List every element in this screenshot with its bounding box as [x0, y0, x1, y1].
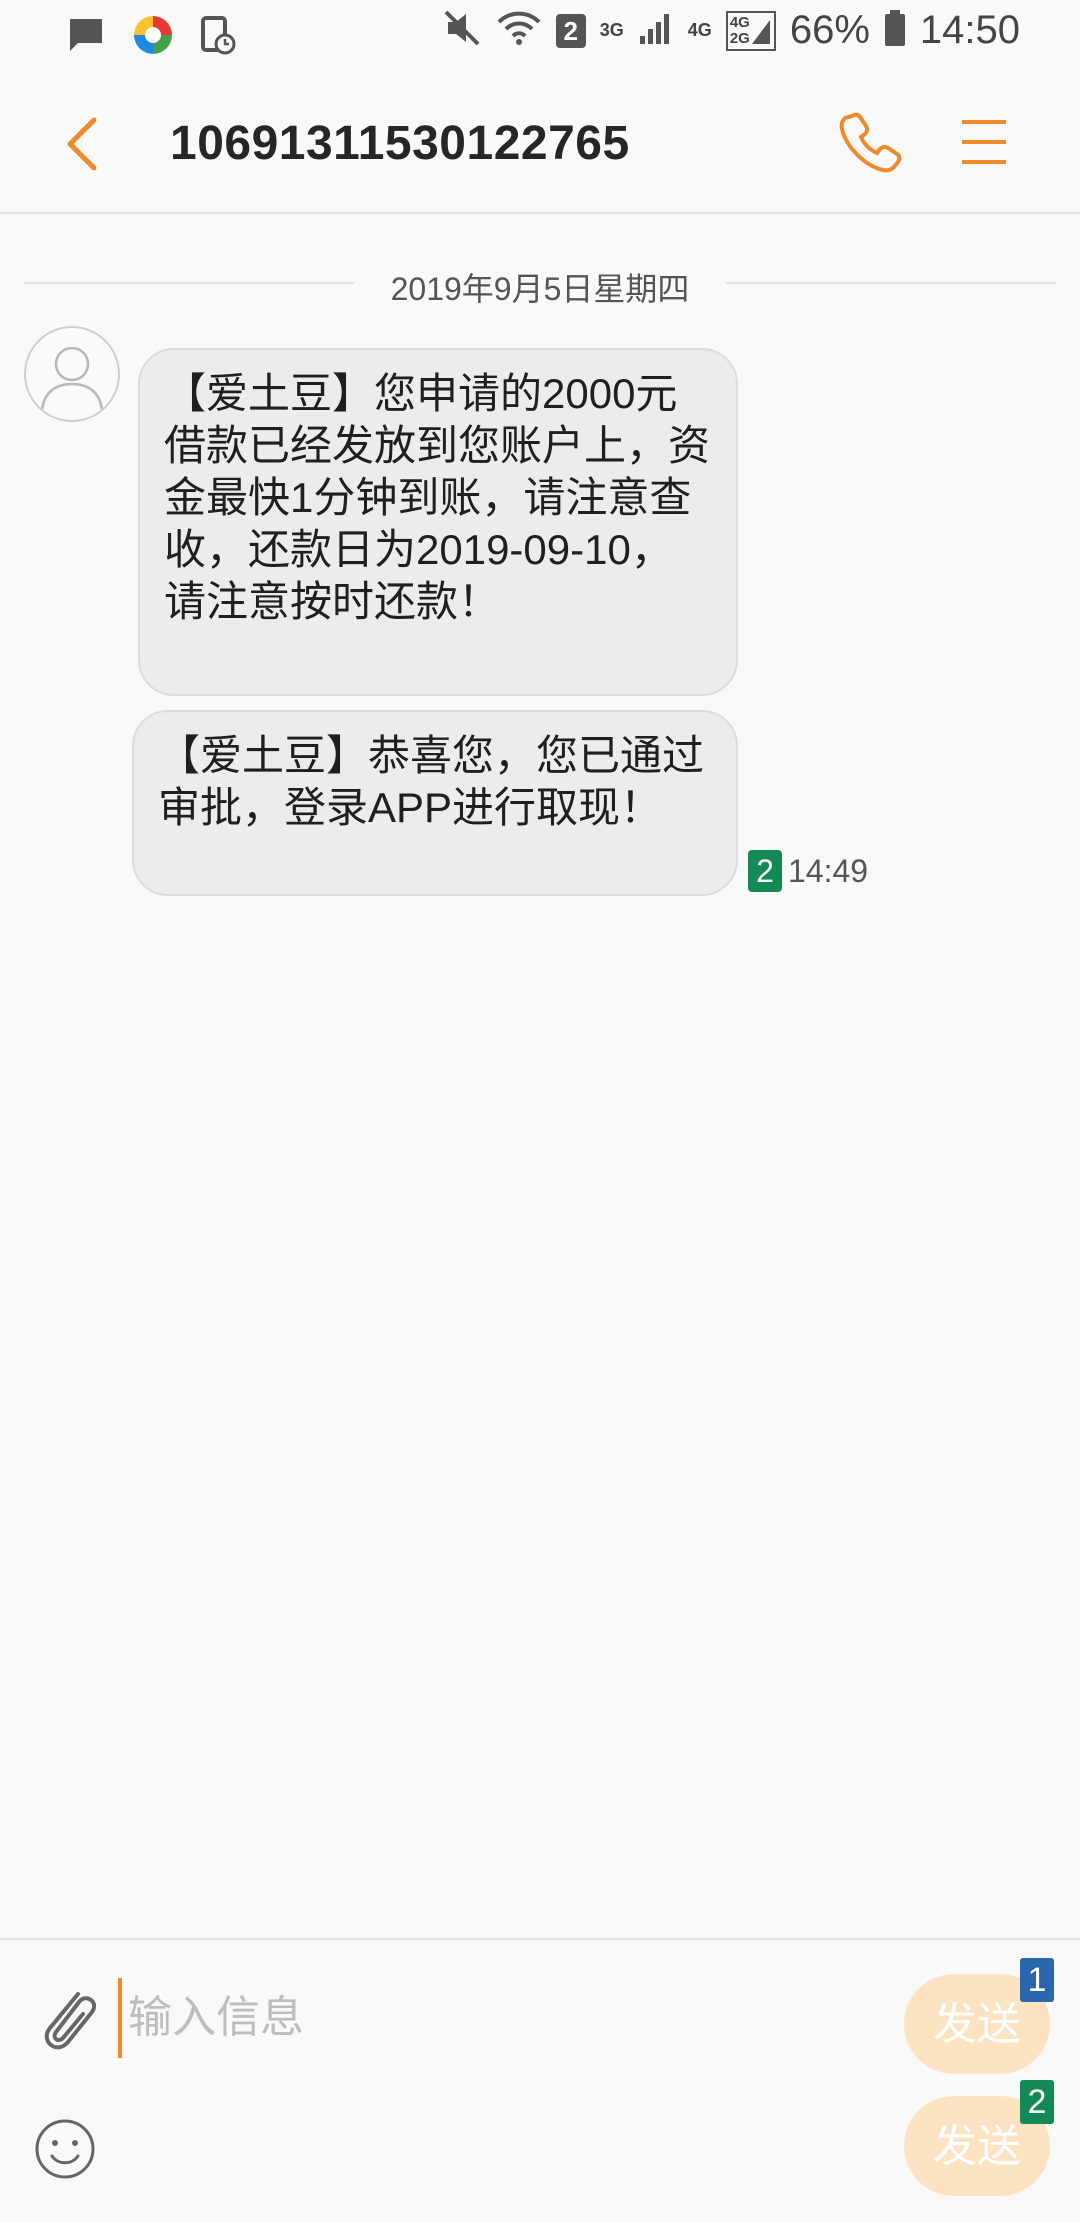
clock-doc-icon — [200, 15, 236, 60]
network-3g-label: 3G — [599, 20, 624, 40]
signal-icon — [638, 10, 674, 51]
attach-icon — [44, 1992, 97, 2050]
emoji-button[interactable] — [34, 2118, 96, 2180]
message-meta: 2 14:49 — [748, 850, 868, 892]
sim2-badge: 2 — [1020, 2080, 1054, 2124]
date-label: 2019年9月5日星期四 — [390, 271, 690, 307]
call-button[interactable] — [838, 110, 902, 174]
date-divider: 2019年9月5日星期四 — [24, 262, 1056, 307]
back-button[interactable] — [58, 114, 108, 174]
message-icon — [66, 15, 106, 60]
back-icon — [67, 117, 97, 171]
message-input[interactable] — [118, 1978, 878, 2058]
phone-icon — [839, 112, 902, 173]
message-time: 14:49 — [788, 852, 869, 889]
mute-icon — [442, 8, 482, 53]
status-bar: 2 3G 4G 4G 2G 66% 14:50 — [0, 0, 1080, 72]
emoji-icon — [35, 2119, 95, 2179]
network-4g-label: 4G — [687, 20, 712, 40]
menu-icon — [962, 120, 1006, 164]
message-bubble[interactable]: 【爱土豆】恭喜您，您已通过审批，登录APP进行取现！ — [132, 710, 738, 896]
dual-network-box: 4G 2G — [725, 10, 776, 51]
menu-button[interactable] — [958, 114, 1010, 170]
status-right: 2 3G 4G 4G 2G 66% 14:50 — [442, 8, 1020, 53]
sim-slot-badge: 2 — [555, 13, 586, 48]
status-time: 14:50 — [919, 8, 1020, 52]
battery-percent: 66% — [789, 8, 870, 52]
signal-icon-2 — [751, 19, 770, 44]
avatar[interactable] — [24, 326, 120, 422]
app-icon — [132, 14, 174, 61]
attach-button[interactable] — [34, 1980, 98, 2056]
sim-badge: 2 — [748, 850, 782, 892]
avatar-icon — [40, 346, 104, 411]
battery-icon — [884, 9, 906, 52]
network-4g-label-2: 4G — [729, 13, 750, 31]
conversation-header: 10691311530122765 — [0, 72, 1080, 214]
status-left — [66, 14, 236, 61]
wifi-icon — [496, 8, 542, 53]
network-2g-label: 2G — [729, 29, 750, 47]
page-title: 10691311530122765 — [170, 117, 630, 170]
divider-line-right — [726, 282, 1056, 284]
sim1-badge: 1 — [1020, 1958, 1054, 2002]
message-bubble[interactable]: 【爱土豆】您申请的2000元借款已经发放到您账户上，资金最快1分钟到账，请注意查… — [138, 348, 738, 696]
